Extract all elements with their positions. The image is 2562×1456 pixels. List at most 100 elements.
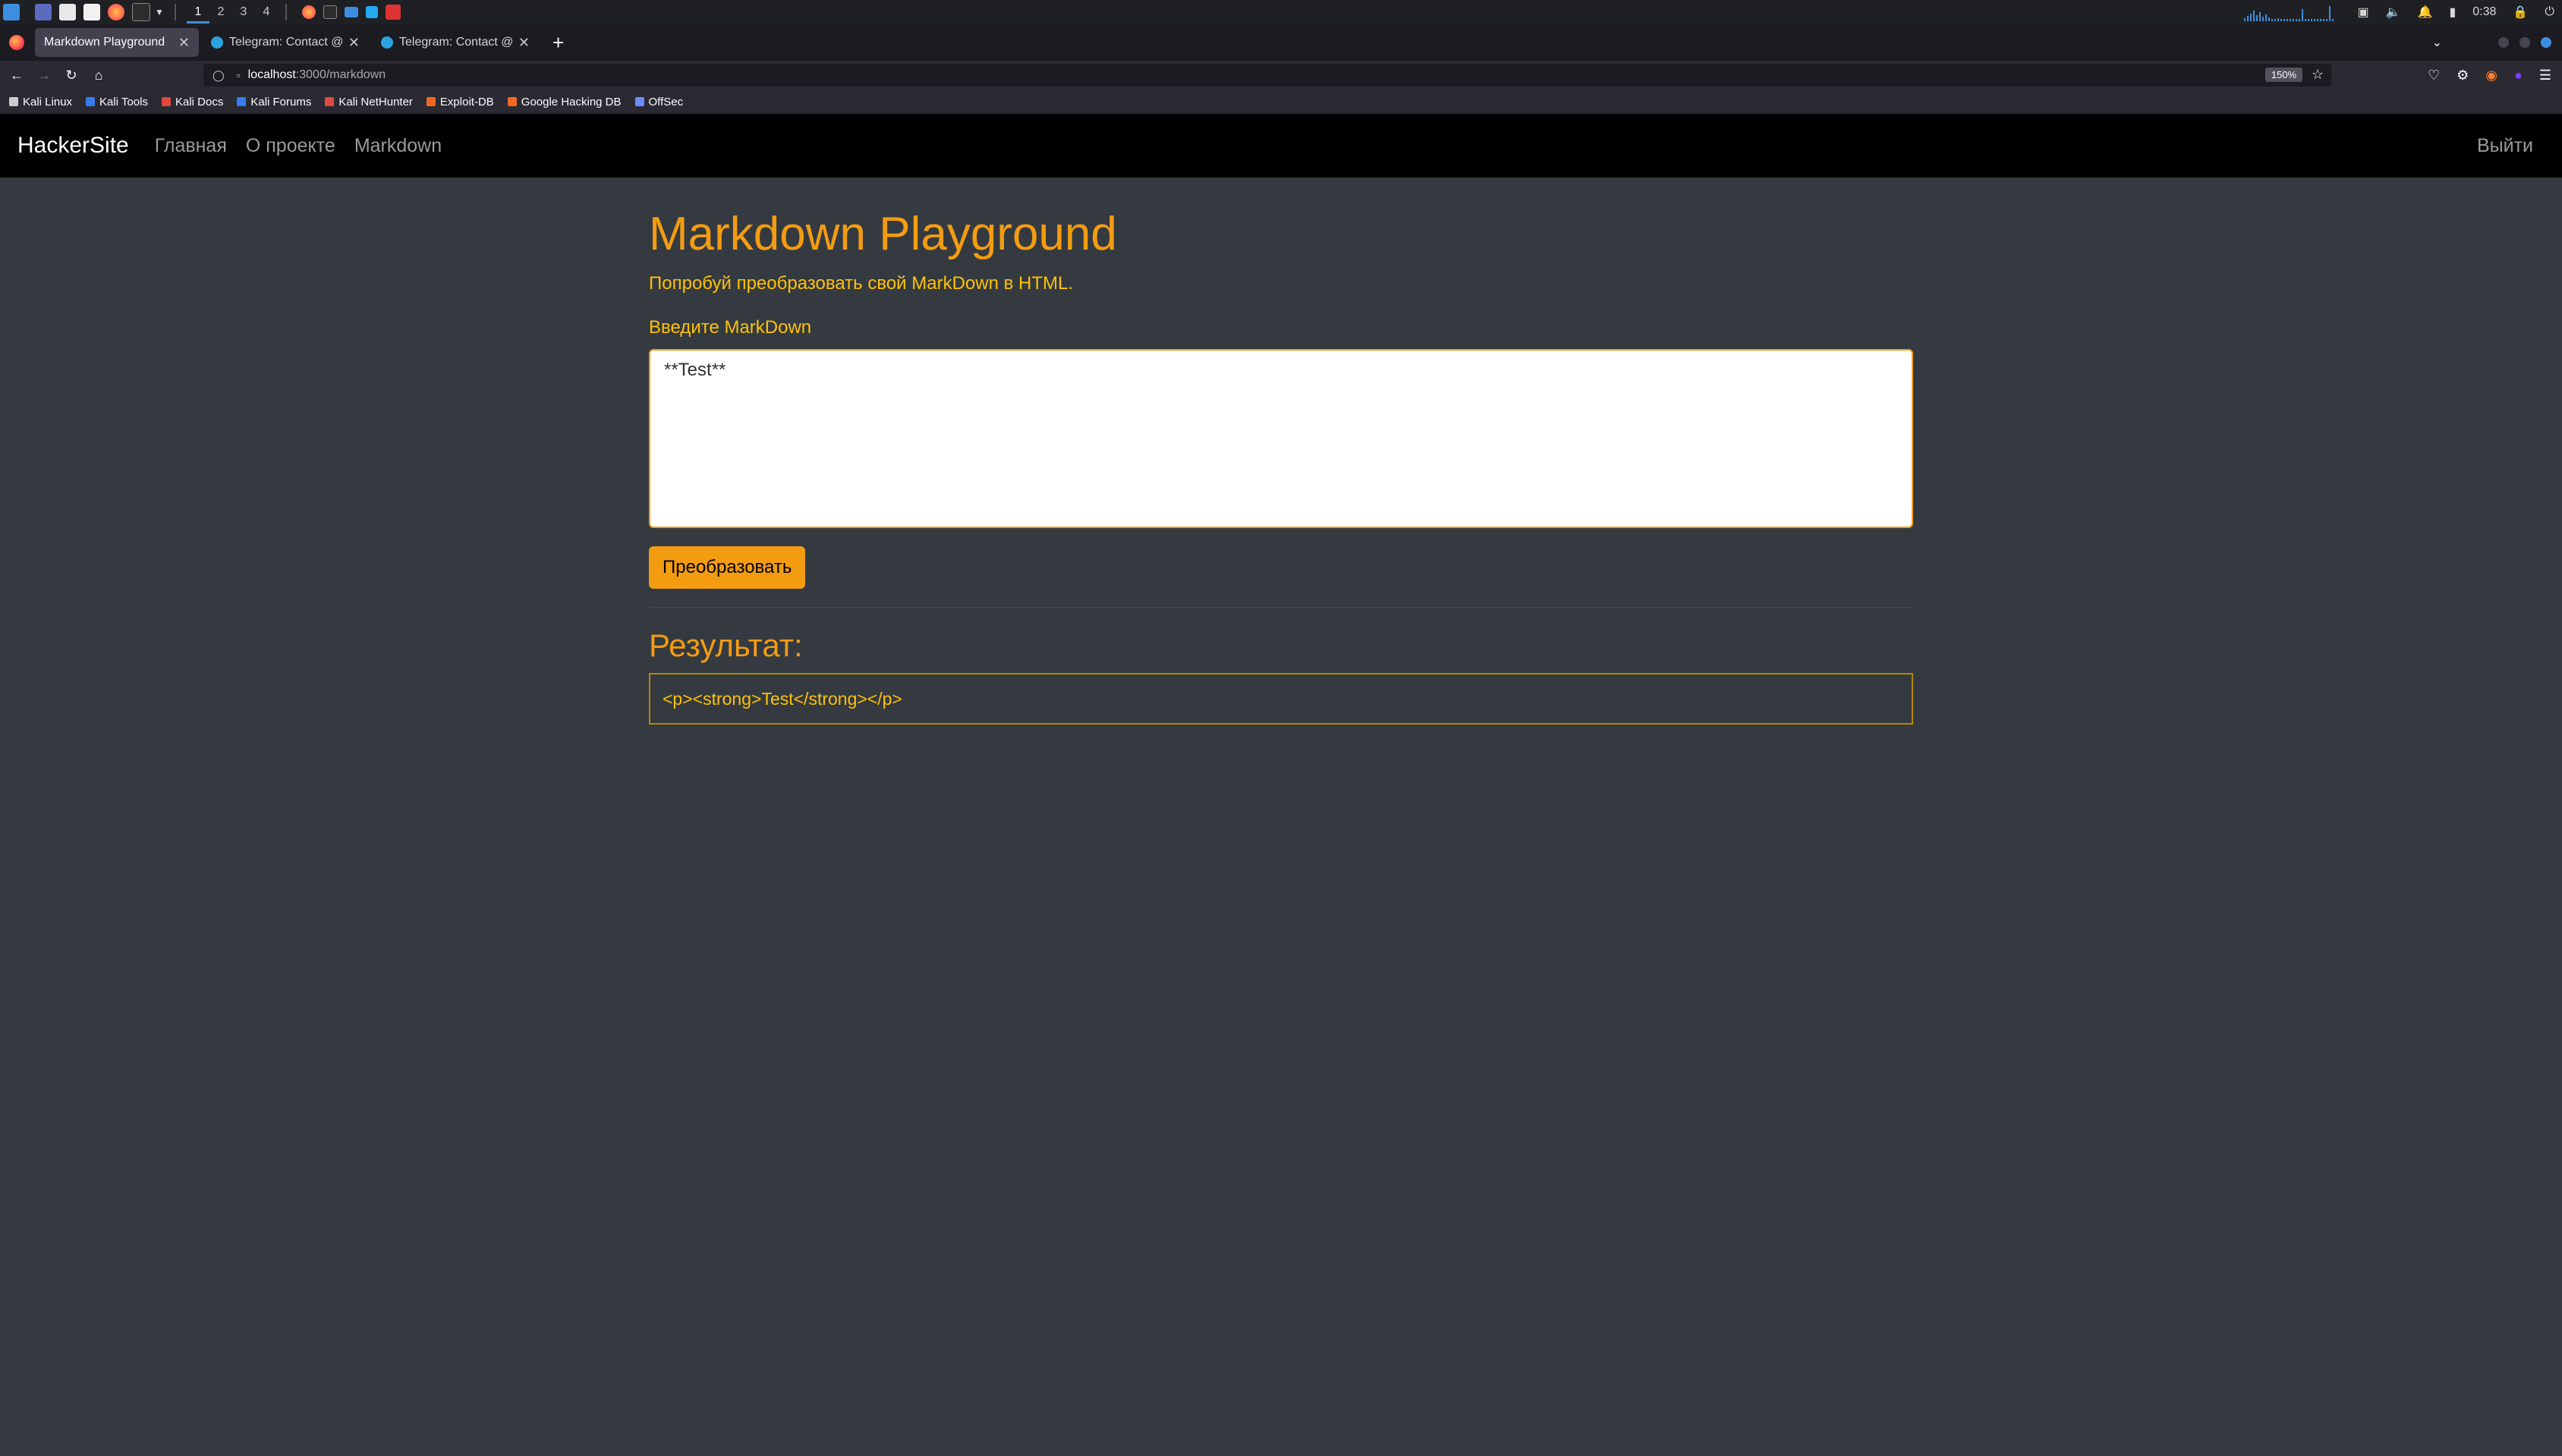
bookmark-favicon-icon (507, 97, 517, 106)
close-icon[interactable]: ✕ (348, 35, 360, 51)
power-icon[interactable]: ⏻ (2545, 5, 2554, 19)
terminal-icon[interactable] (132, 3, 150, 21)
url-bar[interactable]: ◯ ▫ localhost:3000/markdown 150% ☆ (203, 64, 2331, 86)
bookmark-label: Kali Forums (250, 95, 312, 108)
app-window-icon[interactable] (385, 5, 401, 20)
firefox-window-icon[interactable] (301, 5, 316, 19)
zoom-level[interactable]: 150% (2265, 68, 2302, 82)
text-editor-icon[interactable] (83, 4, 100, 20)
tray: ▣ 🔈 🔔 ▮ 0:38 🔒 ⏻ (2243, 0, 2554, 24)
desktop-icon[interactable] (35, 4, 52, 20)
shield-icon[interactable]: ◯ (212, 69, 225, 82)
folder-window-icon[interactable] (344, 7, 358, 17)
bookmark-label: Kali Tools (99, 95, 148, 108)
workspace-2[interactable]: 2 (209, 5, 232, 19)
markdown-input[interactable]: **Test** (649, 349, 1913, 529)
result-output: <p><strong>Test</strong></p> (649, 673, 1913, 725)
bookmark-favicon-icon (426, 97, 436, 106)
nav-link-home[interactable]: Главная (155, 135, 227, 157)
tab-label: Telegram: Contact @RDC (399, 36, 512, 49)
bookmark-label: Google Hacking DB (521, 95, 622, 108)
tab-telegram-fefu[interactable]: Telegram: Contact @fefu ✕ (202, 28, 369, 57)
bookmark-item[interactable]: Kali Tools (86, 96, 148, 108)
menu-icon[interactable]: ☰ (2539, 68, 2551, 83)
firefox-icon[interactable] (108, 4, 124, 20)
divider (649, 607, 1913, 609)
toolbar-right: ♡ ⚙ ◉ ● ☰ (2428, 61, 2551, 90)
convert-button[interactable]: Преобразовать (649, 546, 806, 590)
browser-toolbar: ← → ↻ ⌂ ◯ ▫ localhost:3000/markdown 150%… (0, 61, 2562, 90)
chevron-down-icon[interactable]: ▼ (155, 7, 164, 17)
extensions-icon[interactable]: ⚙ (2457, 68, 2469, 83)
battery-icon[interactable]: ▮ (2449, 5, 2456, 20)
lock-icon[interactable]: 🔒 (2513, 5, 2528, 20)
close-icon[interactable]: ✕ (518, 35, 530, 51)
volume-icon[interactable]: 🔈 (2386, 5, 2401, 20)
page-title: Markdown Playground (649, 208, 1117, 260)
terminal-window-icon[interactable] (323, 5, 337, 19)
taskbar-divider (174, 4, 176, 20)
maximize-icon[interactable] (2520, 37, 2530, 48)
tab-markdown-playground[interactable]: Markdown Playground ✕ (35, 28, 199, 57)
reload-icon[interactable]: ↻ (58, 68, 85, 83)
foxyproxy-icon[interactable]: ◉ (2485, 68, 2497, 83)
clock[interactable]: 0:38 (2472, 5, 2496, 19)
page-icon: ▫ (236, 69, 241, 81)
back-icon[interactable]: ← (3, 68, 30, 83)
new-tab-icon[interactable]: + (552, 31, 564, 55)
bookmark-item[interactable]: Kali Linux (9, 96, 72, 108)
result-title: Результат: (649, 627, 803, 664)
bookmark-favicon-icon (9, 97, 18, 106)
bookmark-item[interactable]: Kali NetHunter (325, 96, 413, 108)
workspace-4[interactable]: 4 (255, 5, 278, 19)
main-content: Markdown Playground Попробуй преобразова… (649, 178, 1913, 725)
bookmark-item[interactable]: Google Hacking DB (507, 95, 622, 108)
bookmark-star-icon[interactable]: ☆ (2312, 67, 2324, 83)
telegram-icon (211, 36, 223, 49)
account-icon[interactable]: ● (2514, 68, 2523, 83)
bookmark-favicon-icon (86, 97, 96, 106)
site-navbar: HackerSite Главная О проекте Markdown Вы… (0, 114, 2562, 178)
bookmark-item[interactable]: OffSec (634, 95, 684, 108)
bookmark-item[interactable]: Kali Docs (161, 95, 224, 108)
taskbar-divider (285, 4, 287, 20)
firefox-view-icon[interactable] (9, 35, 24, 50)
bookmark-favicon-icon (161, 97, 171, 106)
notification-bell-icon[interactable]: 🔔 (2418, 5, 2433, 20)
pocket-icon[interactable]: ♡ (2428, 68, 2440, 83)
bookmark-favicon-icon (325, 97, 335, 106)
bookmark-label: Kali Docs (175, 95, 224, 108)
nav-link-markdown[interactable]: Markdown (354, 135, 442, 157)
bookmark-label: Kali Linux (23, 95, 73, 108)
workspace-3[interactable]: 3 (232, 5, 255, 19)
bookmark-label: OffSec (648, 95, 684, 108)
bookmark-label: Exploit-DB (439, 95, 494, 108)
display-icon[interactable]: ▣ (2358, 5, 2369, 20)
site-brand[interactable]: HackerSite (17, 133, 129, 159)
markdown-input-label: Введите MarkDown (649, 317, 812, 338)
window-close-icon[interactable] (2541, 37, 2551, 48)
workspace-1[interactable]: 1 (186, 1, 209, 24)
telegram-icon (381, 36, 393, 49)
os-taskbar: ▼ 1 2 3 4 ▣ 🔈 🔔 ▮ 0:38 🔒 ⏻ (0, 0, 2562, 24)
list-all-tabs-icon[interactable]: ⌄ (2432, 35, 2442, 50)
nav-link-about[interactable]: О проекте (246, 135, 335, 157)
bookmarks-bar: Kali Linux Kali Tools Kali Docs Kali Forums… (0, 90, 2562, 114)
vscode-window-icon[interactable] (365, 6, 378, 18)
file-manager-icon[interactable] (59, 4, 76, 20)
page-lead: Попробуй преобразовать свой MarkDown в H… (649, 273, 1074, 294)
logout-link[interactable]: Выйти (2477, 135, 2533, 157)
cpu-graph-icon (2243, 3, 2334, 21)
kali-menu-icon[interactable] (3, 4, 20, 20)
minimize-icon[interactable] (2498, 37, 2509, 48)
home-icon[interactable]: ⌂ (85, 68, 112, 83)
close-icon[interactable]: ✕ (178, 35, 190, 51)
forward-icon[interactable]: → (30, 68, 58, 83)
bookmark-favicon-icon (237, 97, 247, 106)
tab-telegram-rdc[interactable]: Telegram: Contact @RDC ✕ (372, 28, 539, 57)
bookmark-item[interactable]: Kali Forums (237, 96, 311, 108)
bookmark-item[interactable]: Exploit-DB (426, 96, 494, 108)
url-path: :3000/markdown (295, 68, 386, 81)
window-controls: ⌄ (2432, 35, 2551, 50)
browser-tab-bar: Markdown Playground ✕ Telegram: Contact … (0, 24, 2562, 61)
